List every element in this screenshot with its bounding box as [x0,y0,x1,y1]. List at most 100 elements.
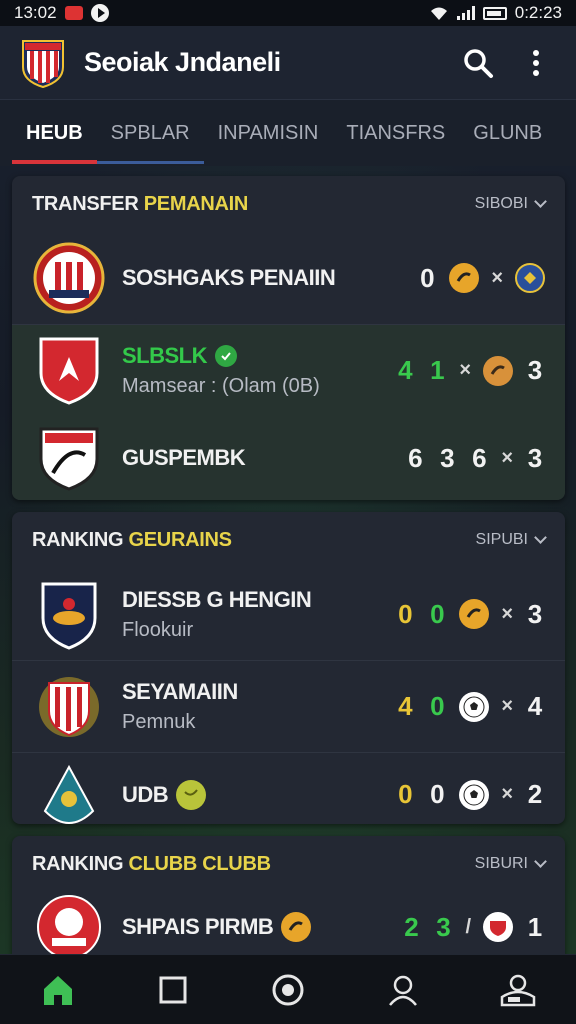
app-bar: Seoiak Jndaneli [0,26,576,100]
score-value: 1 [430,355,445,385]
home-icon [43,975,72,1005]
team-crest-icon [32,334,106,408]
tab-hub[interactable]: HEUB [12,100,97,166]
list-item[interactable]: SHPAIS PIRMB 2 3 / 1 [12,892,565,956]
battery-icon [482,6,507,20]
nav-home[interactable] [30,962,86,1018]
chevron-down-icon [534,195,547,208]
card-more-label: SIBURI [474,855,528,872]
team-crest-icon [32,241,106,315]
ball-icon [281,912,312,942]
score-value: 3 [527,355,543,385]
team-names: SOSHGAKS PENAIIN [122,265,417,291]
ranking-card: RANKING GEURAINS SIPUBI DIESSB G HENGIN … [12,512,565,824]
card-title-part: TRANSFER [32,192,144,215]
card-title-highlight: GEURAINS [128,528,232,551]
card-title-highlight: CLUBB CLUBB [128,852,272,875]
tennis-ball-icon [176,779,207,810]
card-more-label: SIPUBI [475,531,528,548]
match-score: 0 × [417,263,545,294]
team-names: DIESSB G HENGIN Flookuir [122,587,395,642]
tab-club[interactable]: GLUNB [459,100,556,166]
club-ranking-card: RANKING CLUBB CLUBB SIBURI SHPAIS PIRMB … [12,836,565,956]
nav-record[interactable] [260,962,316,1018]
team-name-text: SLBSLK [122,343,208,368]
list-item[interactable]: DIESSB G HENGIN Flookuir 0 0 × 3 [12,568,565,660]
soccer-ball-icon [459,779,490,810]
score-value: 4 [398,355,413,385]
list-item[interactable]: SLBSLK Mamsear : (Olam (0B) 4 1 × 3 [12,324,565,416]
status-bar: 13:02 0:2:23 [0,0,576,26]
chevron-down-icon [534,855,547,868]
team-name: SEYAMAIIN [122,679,238,704]
score-value: 2 [527,779,543,809]
card-title-highlight: PEMANAIN [143,192,249,215]
team-names: SLBSLK Mamsear : (Olam (0B) [122,343,395,398]
team-name: SOSHGAKS PENAIIN [122,265,336,290]
team-name: UDB [122,779,395,810]
score-value: 3 [436,911,451,942]
score-value: 4 [398,691,413,721]
card-header: RANKING GEURAINS SIPUBI [12,512,565,568]
score-value: 0 [430,598,445,629]
notification-icon [64,6,83,20]
list-item[interactable]: GUSPEMBK 6 3 6 × 3 [12,416,565,500]
status-battery-text: 0:2:23 [514,3,562,22]
account-settings-icon [501,974,536,1006]
card-more-button[interactable]: SIBURI [474,855,547,873]
team-names: GUSPEMBK [122,445,405,471]
card-title-part: RANKING [32,852,129,875]
signal-icon [456,6,475,20]
tab-inpamisin[interactable]: INPAMISIN [204,100,333,166]
versus-label: × [491,266,503,289]
match-score: 2 3 / 1 [401,912,545,943]
more-vertical-icon [533,49,539,76]
opponent-badge-icon [515,263,545,293]
team-name: SLBSLK [122,343,395,369]
youtube-icon [90,4,109,22]
match-score: 4 1 × 3 [395,355,545,386]
team-crest-icon [32,421,106,495]
list-item[interactable]: UDB 0 0 × 2 [12,752,565,824]
card-title: TRANSFER PEMANAIN [32,193,248,216]
card-header: TRANSFER PEMANAIN SIBOBI [12,176,565,232]
record-icon [272,974,304,1005]
score-value: 0 [430,779,445,809]
list-item[interactable]: SEYAMAIIN Pemnuk 4 0 × 4 [12,660,565,752]
team-crest-icon [32,670,106,744]
team-name: DIESSB G HENGIN [122,586,312,612]
search-button[interactable] [458,43,498,83]
club-logo-icon [22,39,64,88]
nav-account[interactable] [490,962,546,1018]
tab-spblar[interactable]: SPBLAR [96,100,204,166]
versus-label: / [465,915,471,938]
list-item[interactable]: SOSHGAKS PENAIIN 0 × [12,232,565,324]
match-score: 0 0 × 2 [395,779,545,810]
score-value: 3 [527,598,543,629]
score-value: 1 [527,911,543,942]
score-value: 0 [430,691,445,721]
tab-transfers[interactable]: TIANSFRS [332,100,459,166]
team-name: SHPAIS PIRMB [122,912,401,942]
card-more-button[interactable]: SIPUBI [475,531,547,549]
team-names: SHPAIS PIRMB [122,912,401,942]
versus-label: × [501,783,513,805]
card-title-part: RANKING [32,528,129,551]
score-value: 0 [398,779,413,809]
card-title: RANKING CLUBB CLUBB [32,853,271,876]
nav-profile[interactable] [375,962,431,1018]
score-value: 6 [472,442,487,473]
card-more-button[interactable]: SIBOBI [475,195,547,213]
score-value: 6 [408,442,423,473]
nav-square[interactable] [145,962,201,1018]
team-crest-icon [32,890,106,956]
bottom-navigation [0,954,576,1024]
overflow-menu-button[interactable] [516,43,556,83]
card-header: RANKING CLUBB CLUBB SIBURI [12,836,565,892]
score-value: 4 [527,691,543,721]
team-crest-icon [32,758,106,825]
app-title: Seoiak Jndaneli [84,47,281,77]
ball-icon [459,599,490,629]
card-title: RANKING GEURAINS [32,529,232,552]
versus-label: × [459,359,471,381]
